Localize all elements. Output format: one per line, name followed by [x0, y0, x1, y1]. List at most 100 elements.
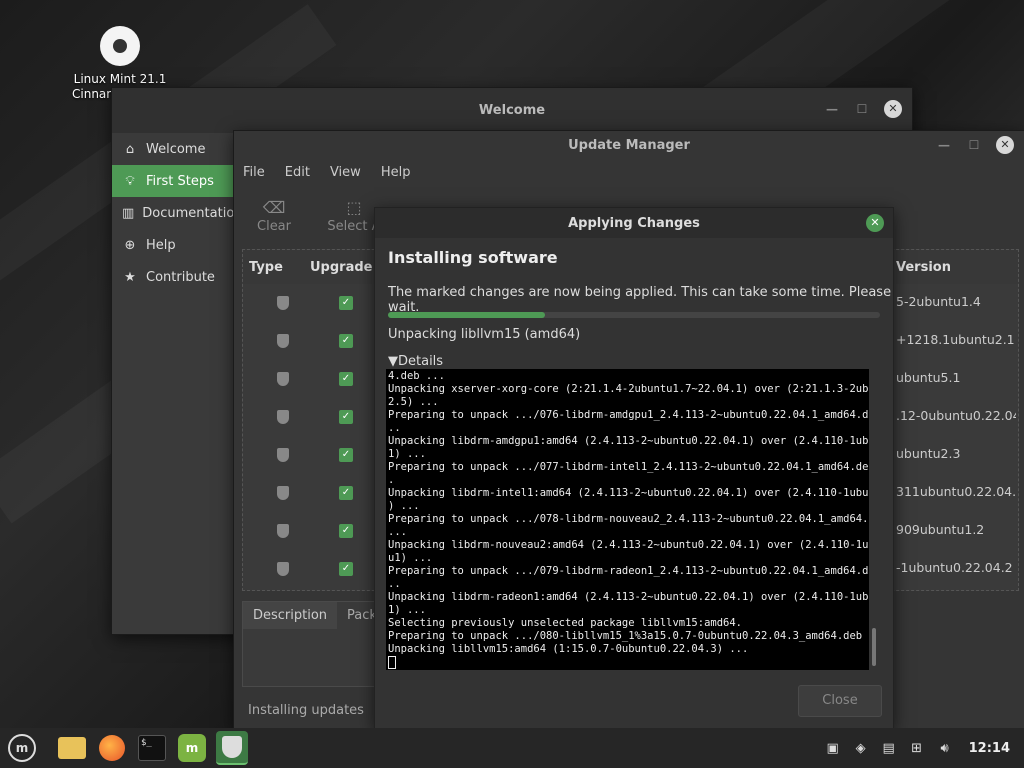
- shield-icon: [277, 410, 289, 424]
- close-icon[interactable]: ✕: [866, 214, 884, 232]
- applying-changes-dialog: Applying Changes ✕ Installing software T…: [374, 207, 894, 729]
- progress-status: Unpacking libllvm15 (amd64): [388, 327, 581, 342]
- status-text: Installing updates: [248, 703, 364, 718]
- menu-file[interactable]: File: [243, 165, 265, 180]
- welcome-sidebar: ⌂ Welcome 💡︎ First Steps ▥ Documentation…: [112, 133, 243, 634]
- upgrade-checkbox[interactable]: ✓: [339, 410, 353, 424]
- terminal-cursor: [388, 656, 396, 669]
- details-expander[interactable]: ▼Details: [388, 354, 443, 369]
- menu-view[interactable]: View: [330, 165, 361, 180]
- shield-icon: [277, 334, 289, 348]
- upgrade-checkbox[interactable]: ✓: [339, 448, 353, 462]
- clock[interactable]: 12:14: [969, 741, 1010, 756]
- log-line: ..: [388, 578, 401, 590]
- folder-icon[interactable]: [56, 732, 88, 764]
- triangle-down-icon: ▼: [388, 354, 398, 369]
- taskbar: m $_ m ▣ ◈ ▤ ⊞ 🔊︎ 12:14: [0, 728, 1024, 768]
- shield-icon[interactable]: [216, 731, 248, 765]
- log-line: ..: [388, 422, 401, 434]
- lifebuoy-icon: ⊕: [124, 237, 136, 253]
- sidebar-item-label: Welcome: [146, 141, 206, 157]
- log-line: Selecting previously unselected package …: [388, 617, 743, 629]
- version-cell: 5-2ubuntu1.4: [896, 294, 981, 309]
- window-title: Welcome: [478, 102, 546, 118]
- tab-description[interactable]: Description: [243, 602, 338, 629]
- version-cell: +1218.1ubuntu2.1: [896, 332, 1015, 347]
- dialog-message: The marked changes are now being applied…: [388, 285, 892, 315]
- close-button[interactable]: Close: [798, 685, 882, 717]
- clipboard-icon[interactable]: ▤: [881, 741, 897, 756]
- progress-fill: [388, 312, 546, 318]
- sidebar-item-welcome[interactable]: ⌂ Welcome: [112, 133, 234, 165]
- dialog-titlebar[interactable]: Applying Changes ✕: [375, 208, 893, 238]
- maximize-icon[interactable]: ☐: [854, 102, 870, 116]
- minimize-icon[interactable]: —: [936, 138, 952, 152]
- select-all-icon: ⬚: [346, 198, 362, 217]
- upgrade-checkbox[interactable]: ✓: [339, 296, 353, 310]
- column-type[interactable]: Type: [249, 260, 283, 275]
- version-cell: -1ubuntu0.22.04.2: [896, 560, 1013, 575]
- shield-icon: [277, 372, 289, 386]
- log-line: u1) ...: [388, 552, 433, 564]
- sidebar-item-help[interactable]: ⊕ Help: [112, 229, 234, 261]
- terminal-icon[interactable]: $_: [136, 732, 168, 764]
- shield-icon: [277, 562, 289, 576]
- volume-icon[interactable]: 🔊︎: [937, 741, 953, 756]
- network-icon[interactable]: ⊞: [909, 741, 925, 756]
- notification-icon[interactable]: ▣: [825, 741, 841, 756]
- mintupdate-icon[interactable]: m: [176, 732, 208, 764]
- clear-button[interactable]: ⌫ Clear: [234, 191, 314, 241]
- upgrade-checkbox[interactable]: ✓: [339, 486, 353, 500]
- log-line: Preparing to unpack .../079-libdrm-radeo…: [388, 565, 869, 577]
- version-cell: ubuntu5.1: [896, 370, 961, 385]
- shield-icon: [277, 486, 289, 500]
- log-line: 4.deb ...: [388, 370, 445, 382]
- mint-menu-icon[interactable]: m: [6, 732, 38, 764]
- menu-edit[interactable]: Edit: [285, 165, 310, 180]
- upgrade-checkbox[interactable]: ✓: [339, 562, 353, 576]
- progress-bar: [388, 312, 880, 318]
- version-cell: ubuntu2.3: [896, 446, 961, 461]
- column-upgrade[interactable]: Upgrade: [310, 260, 372, 275]
- terminal-log[interactable]: 4.deb ... Unpacking xserver-xorg-core (2:…: [386, 369, 869, 670]
- system-tray: ▣ ◈ ▤ ⊞ 🔊︎ 12:14: [825, 728, 1024, 768]
- log-line: Unpacking libdrm-nouveau2:amd64 (2.4.113…: [388, 539, 869, 551]
- log-line: 2.5) ...: [388, 396, 439, 408]
- backspace-icon: ⌫: [262, 198, 286, 217]
- column-version[interactable]: Version: [896, 260, 951, 275]
- sidebar-item-label: Help: [146, 237, 176, 253]
- update-manager-titlebar[interactable]: Update Manager — ☐ ✕: [234, 131, 1024, 159]
- upgrade-checkbox[interactable]: ✓: [339, 372, 353, 386]
- update-shield-icon[interactable]: ◈: [853, 741, 869, 756]
- minimize-icon[interactable]: —: [824, 102, 840, 116]
- close-icon[interactable]: ✕: [884, 100, 902, 118]
- upgrade-checkbox[interactable]: ✓: [339, 524, 353, 538]
- menu-help[interactable]: Help: [381, 165, 411, 180]
- log-line: ) ...: [388, 500, 420, 512]
- log-line: Unpacking libdrm-radeon1:amd64 (2.4.113-…: [388, 591, 869, 603]
- log-line: 1) ...: [388, 604, 426, 616]
- log-line: 1) ...: [388, 448, 426, 460]
- sidebar-item-contribute[interactable]: ★ Contribute: [112, 261, 234, 293]
- log-line: .: [388, 474, 395, 486]
- upgrade-checkbox[interactable]: ✓: [339, 334, 353, 348]
- close-icon[interactable]: ✕: [996, 136, 1014, 154]
- welcome-titlebar[interactable]: Welcome — ☐ ✕: [112, 88, 912, 132]
- lightbulb-icon: 💡︎: [125, 173, 135, 189]
- menubar: File Edit View Help: [234, 165, 410, 180]
- sidebar-item-documentation[interactable]: ▥ Documentation: [112, 197, 243, 229]
- sidebar-item-first-steps[interactable]: 💡︎ First Steps: [112, 165, 234, 197]
- shield-icon: [277, 448, 289, 462]
- firefox-icon[interactable]: [96, 732, 128, 764]
- star-icon: ★: [124, 269, 136, 285]
- shield-icon: [277, 524, 289, 538]
- version-cell: 311ubuntu0.22.04.: [896, 484, 1016, 499]
- shield-icon: [277, 296, 289, 310]
- maximize-icon[interactable]: ☐: [966, 138, 982, 152]
- log-line: Unpacking xserver-xorg-core (2:21.1.4-2u…: [388, 383, 869, 395]
- log-line: Preparing to unpack .../080-libllvm15_1%…: [388, 630, 869, 642]
- log-line: Unpacking libllvm15:amd64 (1:15.0.7-0ubu…: [388, 643, 749, 655]
- scrollbar[interactable]: [872, 628, 876, 666]
- log-line: Preparing to unpack .../078-libdrm-nouve…: [388, 513, 869, 525]
- version-cell: 909ubuntu1.2: [896, 522, 985, 537]
